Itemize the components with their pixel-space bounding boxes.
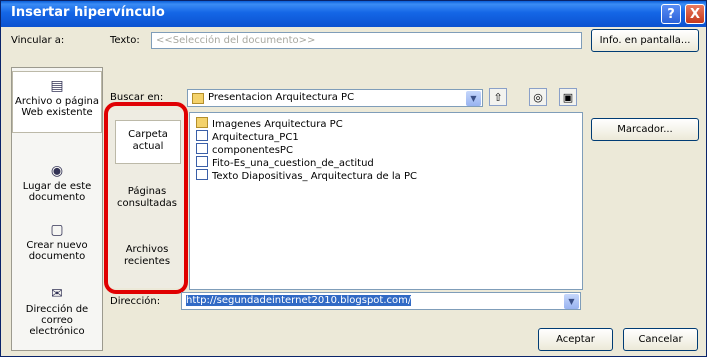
- ok-button[interactable]: Aceptar: [538, 328, 613, 351]
- look-in-dropdown[interactable]: Presentacion Arquitectura PC ▼: [187, 89, 483, 107]
- document-icon: [196, 156, 208, 167]
- title-bar[interactable]: Insertar hipervínculo ? X: [1, 1, 706, 27]
- insert-hyperlink-dialog: Insertar hipervínculo ? X Vincular a: Te…: [0, 0, 707, 357]
- list-item[interactable]: Fito-Es_una_cuestion_de_actitud: [196, 156, 374, 169]
- link-to-label: Vincular a:: [11, 35, 65, 46]
- bookmark-button[interactable]: Marcador...: [591, 118, 699, 141]
- dialog-title: Insertar hipervínculo: [11, 5, 165, 20]
- list-item[interactable]: Arquitectura_PC1: [196, 130, 299, 143]
- list-item[interactable]: Imagenes Arquitectura PC: [196, 117, 343, 130]
- cancel-button[interactable]: Cancelar: [623, 328, 698, 351]
- browse-file-button[interactable]: ▣: [559, 88, 577, 106]
- up-folder-icon: ⇧: [493, 91, 503, 104]
- text-label: Texto:: [110, 35, 140, 46]
- sidebar-item-new-document[interactable]: ▢ Crear nuevo documento: [12, 222, 102, 262]
- sidebar-item-label: Dirección de correo electrónico: [25, 304, 89, 337]
- sidebar-item-label: Lugar de este documento: [22, 181, 92, 203]
- chevron-down-icon[interactable]: ▼: [466, 91, 481, 106]
- address-value: http://segundadeinternet2010.blogspot.co…: [186, 295, 412, 306]
- open-folder-icon: ▣: [562, 91, 574, 104]
- place-in-document-icon: ◉: [50, 163, 64, 179]
- sidebar-item-place-in-document[interactable]: ◉ Lugar de este documento: [12, 163, 102, 203]
- up-folder-button[interactable]: ⇧: [489, 88, 507, 106]
- link-to-sidebar: ▤ Archivo o página Web existente ◉ Lugar…: [11, 67, 103, 351]
- list-item[interactable]: componentesPC: [196, 143, 293, 156]
- close-button[interactable]: X: [685, 4, 705, 24]
- sidebar-item-existing-file[interactable]: ▤ Archivo o página Web existente: [12, 71, 102, 133]
- chevron-down-icon[interactable]: ▼: [564, 294, 579, 309]
- list-item[interactable]: Texto Diapositivas_ Arquitectura de la P…: [196, 169, 417, 182]
- red-highlight-annotation: [104, 102, 188, 294]
- address-label: Dirección:: [110, 296, 161, 307]
- sidebar-item-email-address[interactable]: ✉ Dirección de correo electrónico: [12, 286, 102, 337]
- browse-web-button[interactable]: ◎: [529, 88, 547, 106]
- document-icon: [196, 169, 208, 180]
- document-icon: [196, 130, 208, 141]
- file-list[interactable]: Imagenes Arquitectura PC Arquitectura_PC…: [189, 112, 583, 290]
- sidebar-item-label: Crear nuevo documento: [26, 240, 88, 262]
- address-input[interactable]: http://segundadeinternet2010.blogspot.co…: [181, 292, 581, 310]
- folder-icon: [192, 93, 204, 104]
- browse-web-icon: ◎: [533, 91, 543, 104]
- text-to-display-value: <<Selección del documento>>: [156, 35, 316, 46]
- sidebar-item-label: Archivo o página Web existente: [15, 96, 99, 118]
- help-button[interactable]: ?: [661, 4, 681, 24]
- text-to-display-input[interactable]: <<Selección del documento>>: [151, 32, 582, 49]
- folder-icon: [196, 117, 208, 128]
- document-icon: [196, 143, 208, 154]
- globe-document-icon: ▤: [50, 78, 64, 94]
- new-document-icon: ▢: [50, 222, 64, 238]
- look-in-value: Presentacion Arquitectura PC: [208, 92, 355, 103]
- screen-tip-button[interactable]: Info. en pantalla...: [591, 29, 699, 52]
- email-icon: ✉: [51, 286, 63, 302]
